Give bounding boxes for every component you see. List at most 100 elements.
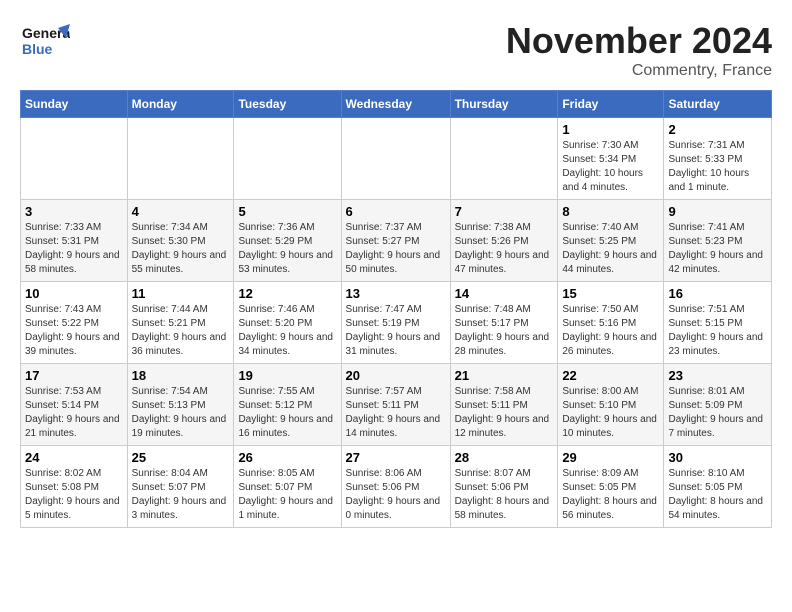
location: Commentry, France: [506, 62, 772, 80]
calendar-week-row: 24Sunrise: 8:02 AM Sunset: 5:08 PM Dayli…: [21, 446, 772, 528]
day-info: Sunrise: 7:57 AM Sunset: 5:11 PM Dayligh…: [346, 385, 446, 441]
day-info: Sunrise: 7:58 AM Sunset: 5:11 PM Dayligh…: [455, 385, 554, 441]
calendar-cell: [450, 118, 558, 200]
day-info: Sunrise: 8:01 AM Sunset: 5:09 PM Dayligh…: [668, 385, 767, 441]
day-number: 29: [562, 450, 659, 465]
header: General Blue November 2024 Commentry, Fr…: [20, 20, 772, 80]
weekday-header: Thursday: [450, 91, 558, 118]
day-info: Sunrise: 8:04 AM Sunset: 5:07 PM Dayligh…: [132, 467, 230, 523]
day-number: 18: [132, 368, 230, 383]
calendar-week-row: 3 Sunrise: 7:33 AM Sunset: 5:31 PM Daylig…: [21, 200, 772, 282]
day-number: 23: [668, 368, 767, 383]
weekday-header: Saturday: [664, 91, 772, 118]
day-number: 16: [668, 286, 767, 301]
day-number: 21: [455, 368, 554, 383]
calendar-cell: 11 Sunrise: 7:44 AM Sunset: 5:21 PM Dayli…: [127, 282, 234, 364]
day-number: 26: [238, 450, 336, 465]
day-number: 28: [455, 450, 554, 465]
day-number: 24: [25, 450, 123, 465]
day-number: 10: [25, 286, 123, 301]
day-number: 19: [238, 368, 336, 383]
day-number: 25: [132, 450, 230, 465]
day-number: 6: [346, 204, 446, 219]
calendar-cell: 19 Sunrise: 7:55 AM Sunset: 5:12 PM Dayli…: [234, 364, 341, 446]
day-info: Sunrise: 7:53 AM Sunset: 5:14 PM Dayligh…: [25, 385, 123, 441]
calendar-cell: 9 Sunrise: 7:41 AM Sunset: 5:23 PM Daylig…: [664, 200, 772, 282]
day-number: 20: [346, 368, 446, 383]
day-info: Sunrise: 7:33 AM Sunset: 5:31 PM Dayligh…: [25, 221, 123, 277]
day-number: 13: [346, 286, 446, 301]
calendar-cell: [234, 118, 341, 200]
day-number: 7: [455, 204, 554, 219]
day-info: Sunrise: 7:36 AM Sunset: 5:29 PM Dayligh…: [238, 221, 336, 277]
day-info: Sunrise: 8:09 AM Sunset: 5:05 PM Dayligh…: [562, 467, 659, 523]
calendar-cell: 10 Sunrise: 7:43 AM Sunset: 5:22 PM Dayli…: [21, 282, 128, 364]
day-info: Sunrise: 7:34 AM Sunset: 5:30 PM Dayligh…: [132, 221, 230, 277]
calendar-cell: 18 Sunrise: 7:54 AM Sunset: 5:13 PM Dayli…: [127, 364, 234, 446]
weekday-header: Sunday: [21, 91, 128, 118]
calendar-cell: 26 Sunrise: 8:05 AM Sunset: 5:07 PM Dayli…: [234, 446, 341, 528]
day-info: Sunrise: 7:38 AM Sunset: 5:26 PM Dayligh…: [455, 221, 554, 277]
day-info: Sunrise: 8:05 AM Sunset: 5:07 PM Dayligh…: [238, 467, 336, 523]
day-number: 2: [668, 122, 767, 137]
day-info: Sunrise: 7:54 AM Sunset: 5:13 PM Dayligh…: [132, 385, 230, 441]
day-info: Sunrise: 7:47 AM Sunset: 5:19 PM Dayligh…: [346, 303, 446, 359]
calendar-cell: 4Sunrise: 7:34 AM Sunset: 5:30 PM Daylig…: [127, 200, 234, 282]
calendar-table: SundayMondayTuesdayWednesdayThursdayFrid…: [20, 90, 772, 528]
calendar-cell: 12Sunrise: 7:46 AM Sunset: 5:20 PM Dayli…: [234, 282, 341, 364]
day-info: Sunrise: 8:00 AM Sunset: 5:10 PM Dayligh…: [562, 385, 659, 441]
day-number: 17: [25, 368, 123, 383]
logo-icon: General Blue: [20, 20, 70, 60]
calendar-week-row: 10 Sunrise: 7:43 AM Sunset: 5:22 PM Dayli…: [21, 282, 772, 364]
calendar-cell: 23 Sunrise: 8:01 AM Sunset: 5:09 PM Dayli…: [664, 364, 772, 446]
day-number: 9: [668, 204, 767, 219]
day-info: Sunrise: 7:41 AM Sunset: 5:23 PM Dayligh…: [668, 221, 767, 277]
day-info: Sunrise: 8:10 AM Sunset: 5:05 PM Dayligh…: [668, 467, 767, 523]
day-info: Sunrise: 7:55 AM Sunset: 5:12 PM Dayligh…: [238, 385, 336, 441]
day-number: 22: [562, 368, 659, 383]
weekday-header: Wednesday: [341, 91, 450, 118]
day-number: 30: [668, 450, 767, 465]
day-info: Sunrise: 7:37 AM Sunset: 5:27 PM Dayligh…: [346, 221, 446, 277]
day-info: Sunrise: 7:44 AM Sunset: 5:21 PM Dayligh…: [132, 303, 230, 359]
day-number: 15: [562, 286, 659, 301]
calendar-cell: 3 Sunrise: 7:33 AM Sunset: 5:31 PM Daylig…: [21, 200, 128, 282]
calendar-cell: 5Sunrise: 7:36 AM Sunset: 5:29 PM Daylig…: [234, 200, 341, 282]
weekday-header-row: SundayMondayTuesdayWednesdayThursdayFrid…: [21, 91, 772, 118]
day-info: Sunrise: 7:46 AM Sunset: 5:20 PM Dayligh…: [238, 303, 336, 359]
calendar-cell: 7 Sunrise: 7:38 AM Sunset: 5:26 PM Daylig…: [450, 200, 558, 282]
weekday-header: Tuesday: [234, 91, 341, 118]
calendar-cell: 29 Sunrise: 8:09 AM Sunset: 5:05 PM Dayli…: [558, 446, 664, 528]
day-info: Sunrise: 8:06 AM Sunset: 5:06 PM Dayligh…: [346, 467, 446, 523]
day-info: Sunrise: 7:51 AM Sunset: 5:15 PM Dayligh…: [668, 303, 767, 359]
day-number: 8: [562, 204, 659, 219]
day-number: 3: [25, 204, 123, 219]
day-number: 14: [455, 286, 554, 301]
calendar-cell: 14 Sunrise: 7:48 AM Sunset: 5:17 PM Dayli…: [450, 282, 558, 364]
calendar-cell: 17 Sunrise: 7:53 AM Sunset: 5:14 PM Dayli…: [21, 364, 128, 446]
day-info: Sunrise: 7:40 AM Sunset: 5:25 PM Dayligh…: [562, 221, 659, 277]
day-info: Sunrise: 7:50 AM Sunset: 5:16 PM Dayligh…: [562, 303, 659, 359]
calendar-cell: 30 Sunrise: 8:10 AM Sunset: 5:05 PM Dayli…: [664, 446, 772, 528]
weekday-header: Friday: [558, 91, 664, 118]
calendar-week-row: 1Sunrise: 7:30 AM Sunset: 5:34 PM Daylig…: [21, 118, 772, 200]
logo: General Blue: [20, 20, 74, 60]
calendar-cell: 2 Sunrise: 7:31 AM Sunset: 5:33 PM Daylig…: [664, 118, 772, 200]
calendar-cell: 1Sunrise: 7:30 AM Sunset: 5:34 PM Daylig…: [558, 118, 664, 200]
calendar-cell: [21, 118, 128, 200]
day-number: 27: [346, 450, 446, 465]
day-number: 1: [562, 122, 659, 137]
calendar-cell: 13 Sunrise: 7:47 AM Sunset: 5:19 PM Dayli…: [341, 282, 450, 364]
calendar-week-row: 17 Sunrise: 7:53 AM Sunset: 5:14 PM Dayli…: [21, 364, 772, 446]
calendar-cell: 28Sunrise: 8:07 AM Sunset: 5:06 PM Dayli…: [450, 446, 558, 528]
day-info: Sunrise: 7:31 AM Sunset: 5:33 PM Dayligh…: [668, 139, 767, 195]
calendar-cell: 25 Sunrise: 8:04 AM Sunset: 5:07 PM Dayli…: [127, 446, 234, 528]
weekday-header: Monday: [127, 91, 234, 118]
day-info: Sunrise: 7:43 AM Sunset: 5:22 PM Dayligh…: [25, 303, 123, 359]
title-area: November 2024 Commentry, France: [506, 20, 772, 80]
calendar-cell: [127, 118, 234, 200]
calendar-cell: 6 Sunrise: 7:37 AM Sunset: 5:27 PM Daylig…: [341, 200, 450, 282]
day-info: Sunrise: 7:48 AM Sunset: 5:17 PM Dayligh…: [455, 303, 554, 359]
calendar-cell: 27 Sunrise: 8:06 AM Sunset: 5:06 PM Dayli…: [341, 446, 450, 528]
day-number: 11: [132, 286, 230, 301]
